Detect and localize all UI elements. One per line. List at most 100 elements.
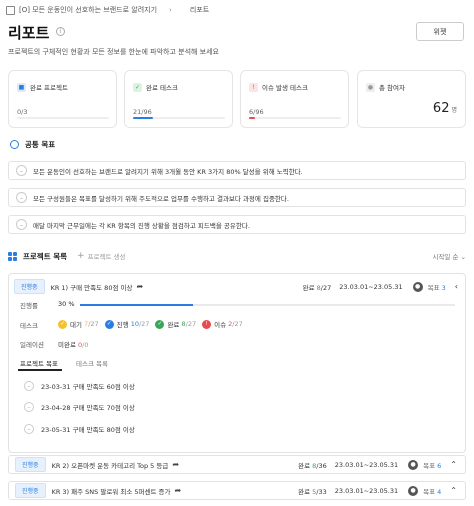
target-icon — [10, 140, 19, 149]
check-circle-icon: ✓ — [104, 319, 114, 329]
share-icon[interactable]: ➦ — [136, 282, 143, 291]
goal-text: 23-03-31 구매 만족도 60점 이상 — [41, 383, 135, 391]
goal-item[interactable]: – 모든 구성원들은 목표를 달성하기 위해 주도적으로 업무를 수행하고 결과보… — [8, 188, 466, 207]
chip-issue[interactable]: ! 이슈 2/27 — [202, 319, 243, 329]
card-issue-tasks: ! 이슈 발생 테스크 6/96 — [240, 70, 349, 128]
project-title: KR 2) 오픈마켓 운동 카테고리 Top 5 등급 — [51, 461, 169, 470]
avatar: ● — [408, 459, 419, 470]
sort-label: 시작일 순 — [432, 253, 459, 261]
folder-icon — [6, 5, 15, 15]
task-label: 테스크 — [20, 322, 38, 330]
card-completed-projects: ■ 완료 프로젝트 0/3 — [8, 70, 117, 128]
card-progress-bar — [17, 117, 109, 119]
project-goal-item[interactable]: –23-03-31 구매 만족도 60점 이상 — [24, 381, 135, 391]
card-completed-tasks: ✓ 완료 테스크 21/96 — [124, 70, 233, 128]
project-goal-item[interactable]: –23-04-28 구매 만족도 70점 이상 — [24, 402, 135, 412]
widget-button[interactable]: 위젯 — [416, 22, 464, 41]
card-participants: ● 총 참여자 62 명 — [357, 70, 466, 128]
check-icon: ✓ — [133, 82, 142, 92]
goal-text: 모든 구성원들은 목표를 달성하기 위해 주도적으로 업무를 수행하고 결과보다… — [33, 194, 289, 203]
project-row[interactable]: 진행중 KR 2) 오픈마켓 운동 카테고리 Top 5 등급 ➦ 완료 8/3… — [8, 455, 466, 474]
done-count: 완료 8/36 — [298, 461, 327, 470]
breadcrumb: [O] 모든 운동인이 선호하는 브랜드로 알려지기 › 리포트 — [6, 3, 468, 17]
goal-item[interactable]: – 매달 마지막 근무일에는 각 KR 항목의 진행 상황을 점검하고 피드백을 … — [8, 215, 466, 234]
tab-task-list[interactable]: 테스크 목록 — [76, 358, 108, 368]
status-badge: 진행중 — [15, 483, 46, 498]
active-tab-indicator — [18, 369, 62, 371]
dash-icon: – — [24, 402, 34, 412]
plus-icon: + — [77, 251, 85, 261]
card-label: 이슈 발생 테스크 — [262, 84, 308, 92]
alert-circle-icon: ! — [202, 319, 212, 329]
project-list-title: 프로젝트 목록 — [23, 251, 68, 261]
participant-unit: 명 — [451, 107, 457, 114]
chevron-left-icon[interactable]: ‹ — [455, 282, 458, 291]
project-title: KR 1) 구매 만족도 80점 이상 — [50, 283, 133, 292]
goal-item[interactable]: – 모든 운동인이 선호하는 브랜드로 알려지기 위해 3개월 동안 KR 3가지… — [8, 161, 466, 180]
target-count: 목표 3 — [427, 283, 446, 292]
card-label: 총 참여자 — [379, 84, 405, 92]
dash-icon: – — [16, 165, 27, 176]
folder-check-icon: ■ — [17, 82, 26, 92]
chevron-up-icon[interactable]: ⌃ — [450, 460, 457, 469]
participant-count: 62 — [432, 101, 450, 116]
task-status-chips: ✓ 대기 7/27 ✓ 진행 10/27 ✓ 완료 8/27 ! 이슈 2/27 — [58, 319, 249, 329]
card-count: 6/96 — [249, 108, 264, 116]
progress-bar — [80, 304, 455, 306]
dash-icon: – — [24, 424, 34, 434]
chip-done[interactable]: ✓ 완료 8/27 — [155, 319, 196, 329]
page-title: 리포트 — [8, 24, 50, 42]
done-count: 완료 5/33 — [298, 487, 327, 496]
goal-text: 모든 운동인이 선호하는 브랜드로 알려지기 위해 3개월 동안 KR 3가지 … — [33, 167, 303, 176]
date-range: 23.03.01~23.05.31 — [334, 460, 399, 469]
project-goal-item[interactable]: –23-05-31 구매 만족도 80점 이상 — [24, 424, 135, 434]
chip-waiting[interactable]: ✓ 대기 7/27 — [58, 319, 99, 329]
progress-label: 진행률 — [20, 302, 38, 310]
project-list-header: 프로젝트 목록 + 프로젝트 생성 시작일 순 ⌄ — [8, 249, 466, 263]
goal-text: 매달 마지막 근무일에는 각 KR 항목의 진행 상황을 점검하고 피드백을 공… — [33, 221, 250, 230]
common-goals-title: 공통 목표 — [25, 140, 56, 149]
share-icon[interactable]: ➦ — [172, 460, 179, 469]
dash-icon: – — [16, 219, 27, 230]
dash-icon: – — [24, 381, 34, 391]
check-circle-icon: ✓ — [155, 319, 165, 329]
target-count: 목표 6 — [423, 461, 442, 470]
sort-select[interactable]: 시작일 순 ⌄ — [432, 251, 466, 261]
chevron-right-icon: › — [169, 6, 172, 14]
common-goals-header: 공통 목표 — [10, 139, 55, 150]
card-label: 완료 프로젝트 — [30, 84, 68, 92]
card-label: 완료 테스크 — [146, 84, 178, 92]
info-icon[interactable]: i — [56, 27, 65, 36]
project-row[interactable]: 진행중 KR 1) 구매 만족도 80점 이상 ➦ 완료 8/27 23.03.… — [8, 277, 466, 296]
goal-text: 23-04-28 구매 만족도 70점 이상 — [41, 404, 135, 412]
avatar: ● — [408, 485, 419, 496]
card-count: 0/3 — [17, 108, 28, 116]
chevron-down-icon: ⌄ — [460, 253, 466, 261]
chevron-up-icon[interactable]: ⌃ — [450, 486, 457, 495]
avatar: ● — [412, 281, 423, 292]
breadcrumb-item-objective[interactable]: [O] 모든 운동인이 선호하는 브랜드로 알려지기 — [19, 5, 157, 15]
progress-value: 30 % — [58, 300, 75, 308]
page-description: 프로젝트의 구체적인 현황과 모든 정보를 한눈에 파악하고 분석해 보세요 — [8, 48, 219, 56]
share-icon[interactable]: ➦ — [175, 486, 182, 495]
target-count: 목표 4 — [423, 487, 442, 496]
people-icon: ● — [366, 82, 375, 92]
status-badge: 진행중 — [14, 279, 45, 294]
date-range: 23.03.01~23.05.31 — [334, 486, 399, 495]
add-project-label: 프로젝트 생성 — [87, 253, 126, 261]
card-progress-bar — [133, 117, 225, 119]
milestone-label: 일레이션 — [20, 341, 44, 349]
project-row[interactable]: 진행중 KR 3) 패주 SNS 팔로워 최소 5퍼센트 증가 ➦ 완료 5/3… — [8, 481, 466, 500]
dash-icon: – — [16, 192, 27, 203]
card-progress-bar — [249, 117, 341, 119]
breadcrumb-item-report[interactable]: 리포트 — [190, 5, 209, 15]
tab-project-goals[interactable]: 프로젝트 목표 — [20, 358, 58, 368]
check-circle-icon: ✓ — [58, 319, 67, 329]
project-title: KR 3) 패주 SNS 팔로워 최소 5퍼센트 증가 — [51, 487, 171, 496]
chip-progress[interactable]: ✓ 진행 10/27 — [104, 319, 149, 329]
warning-icon: ! — [249, 82, 258, 92]
date-range: 23.03.01~23.05.31 — [339, 282, 403, 291]
goal-text: 23-05-31 구매 만족도 80점 이상 — [41, 426, 135, 434]
add-project-button[interactable]: + 프로젝트 생성 — [77, 251, 126, 261]
card-count: 21/96 — [133, 108, 152, 116]
